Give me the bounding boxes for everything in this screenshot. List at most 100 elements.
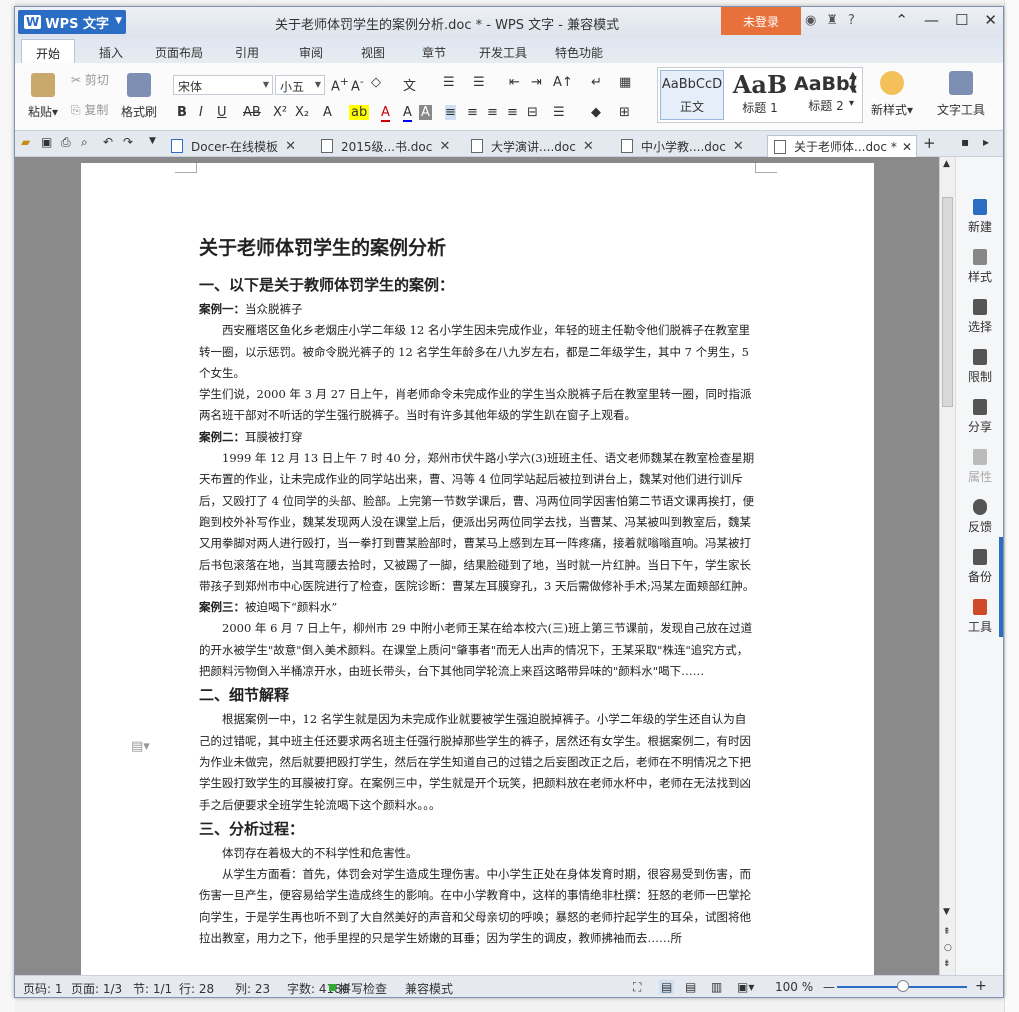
bullets-icon[interactable]: ☰ (443, 75, 455, 90)
align-center-icon[interactable]: ≡ (467, 105, 478, 120)
underline-icon[interactable]: U (217, 105, 227, 120)
browse-object-icon[interactable]: ○ (944, 943, 952, 953)
wps-app-menu-button[interactable]: W WPS 文字 ▼ (18, 10, 126, 34)
italic-icon[interactable]: I (199, 105, 203, 120)
grow-font-icon[interactable]: A+ (331, 75, 349, 94)
tab-list-icon[interactable]: ▪ (961, 135, 969, 149)
vertical-scrollbar[interactable]: ▲ ▼ ⇞ ○ ⇟ (939, 157, 955, 975)
document-page[interactable]: ▤▾ 关于老师体罚学生的案例分析 一、以下是关于教师体罚学生的案例： 案例一：当… (81, 163, 874, 975)
fullscreen-view-icon[interactable]: ⛶ (633, 980, 641, 995)
close-tab-icon[interactable]: ✕ (583, 139, 594, 154)
print-icon[interactable]: ⎙ (61, 135, 71, 150)
page-view-icon[interactable]: ▤ (659, 980, 675, 994)
line-spacing-icon[interactable]: ☰ (553, 105, 565, 120)
char-border-icon[interactable]: A (403, 105, 412, 122)
shirt-icon[interactable]: ♜ (826, 13, 838, 28)
zoom-in-icon[interactable]: + (975, 978, 987, 994)
scroll-up-icon[interactable]: ▲ (943, 159, 950, 169)
next-page-icon[interactable]: ⇟ (943, 959, 951, 969)
side-backup[interactable]: 备份 (956, 549, 1004, 585)
font-color-icon[interactable]: A (381, 105, 390, 122)
paragraph-handle-icon[interactable]: ▤▾ (131, 739, 150, 754)
menu-developer[interactable]: 开发工具 (479, 44, 527, 61)
cut-button[interactable]: ✂ 剪切 (71, 71, 109, 88)
outdent-icon[interactable]: ⇤ (509, 75, 520, 90)
table-icon[interactable]: ▦ (619, 75, 631, 90)
close-tab-icon[interactable]: ✕ (285, 139, 296, 154)
save-icon[interactable]: ▣ (41, 135, 52, 149)
collapse-ribbon-icon[interactable]: ⌃ (895, 11, 908, 29)
zoom-slider-knob[interactable] (897, 980, 909, 992)
superscript-icon[interactable]: X² (273, 105, 287, 120)
menu-insert[interactable]: 插入 (99, 44, 123, 61)
align-right-icon[interactable]: ≡ (487, 105, 498, 120)
format-painter-button[interactable]: 格式刷 (119, 73, 159, 120)
shading-icon[interactable]: ◆ (591, 105, 601, 120)
paste-button[interactable]: 粘贴▾ (23, 73, 63, 120)
tab-doc-2015[interactable]: 2015级...书.doc ✕ (321, 135, 450, 157)
close-tab-icon[interactable]: ✕ (902, 140, 912, 154)
status-spell-check[interactable]: 拼写检查 (339, 980, 387, 997)
text-tools-button[interactable]: 文字工具 (933, 71, 989, 118)
open-icon[interactable]: ▰ (21, 135, 30, 149)
subscript-icon[interactable]: X₂ (295, 105, 309, 120)
menu-references[interactable]: 引用 (235, 44, 259, 61)
login-button[interactable]: 未登录 (721, 7, 801, 35)
distributed-icon[interactable]: ⊟ (527, 105, 538, 120)
close-button[interactable]: ✕ (984, 11, 997, 29)
side-new[interactable]: 新建 (956, 199, 1004, 235)
side-properties[interactable]: 属性 (956, 449, 1004, 485)
side-tools[interactable]: 工具 (956, 599, 1004, 635)
side-feedback[interactable]: 反馈 (956, 499, 1004, 535)
tab-doc-speech[interactable]: 大学演讲....doc ✕ (471, 135, 594, 157)
menu-layout[interactable]: 页面布局 (155, 44, 203, 61)
copy-button[interactable]: ⎘ 复制 (71, 101, 108, 118)
menu-features[interactable]: 特色功能 (555, 44, 603, 61)
tab-docer[interactable]: Docer-在线模板 ✕ (171, 135, 296, 157)
prev-page-icon[interactable]: ⇞ (943, 927, 951, 937)
side-share[interactable]: 分享 (956, 399, 1004, 435)
close-tab-icon[interactable]: ✕ (439, 139, 450, 154)
side-restrict[interactable]: 限制 (956, 349, 1004, 385)
tab-menu-icon[interactable]: ▸ (983, 135, 989, 149)
text-effect-icon[interactable]: A (323, 105, 332, 120)
font-size-select[interactable]: 小五 ▼ (275, 75, 325, 95)
style-normal[interactable]: AaBbCcD 正文 (660, 70, 724, 120)
menu-home[interactable]: 开始 (21, 39, 76, 63)
show-marks-icon[interactable]: ↵ (591, 75, 602, 90)
border-icon[interactable]: ⊞ (619, 105, 630, 120)
tab-doc-active[interactable]: 关于老师体...doc * ✕ (767, 135, 917, 157)
bold-icon[interactable]: B (177, 105, 187, 120)
highlight-icon[interactable]: ab (349, 105, 370, 120)
zoom-out-icon[interactable]: — (823, 980, 835, 994)
undo-icon[interactable]: ↶ (103, 135, 113, 149)
zoom-level[interactable]: 100 % (775, 980, 813, 994)
char-shading-icon[interactable]: A (419, 105, 432, 120)
menu-chapter[interactable]: 章节 (422, 44, 446, 61)
redo-icon[interactable]: ↷ (123, 135, 133, 149)
tab-doc-school[interactable]: 中小学教....doc ✕ (621, 135, 744, 157)
help-icon[interactable]: ? (848, 13, 855, 28)
outline-view-icon[interactable]: ▤ (685, 980, 696, 994)
pinyin-icon[interactable]: 文 (403, 75, 416, 94)
style-heading1[interactable]: AaB 标题 1 (728, 70, 792, 116)
clear-format-icon[interactable]: ◇ (371, 75, 381, 90)
numbering-icon[interactable]: ☰ (473, 75, 485, 90)
align-left-icon[interactable]: ≡ (445, 105, 456, 120)
new-style-button[interactable]: 新样式▾ (867, 71, 917, 118)
shrink-font-icon[interactable]: A- (351, 75, 364, 94)
scroll-down-icon[interactable]: ▼ (943, 907, 950, 917)
scroll-thumb[interactable] (942, 197, 953, 407)
side-style[interactable]: 样式 (956, 249, 1004, 285)
font-name-select[interactable]: 宋体 ▼ (173, 75, 273, 95)
reading-view-icon[interactable]: ▣▾ (737, 980, 754, 994)
maximize-button[interactable]: ☐ (955, 11, 968, 29)
styles-scroll[interactable]: ▲ ▼ ▾ (849, 69, 857, 111)
side-select[interactable]: 选择 (956, 299, 1004, 335)
menu-view[interactable]: 视图 (361, 44, 385, 61)
justify-icon[interactable]: ≡ (507, 105, 518, 120)
indent-icon[interactable]: ⇥ (531, 75, 542, 90)
quick-access-dropdown[interactable]: ▼ (149, 136, 156, 146)
minimize-button[interactable]: — (924, 11, 939, 29)
close-tab-icon[interactable]: ✕ (733, 139, 744, 154)
